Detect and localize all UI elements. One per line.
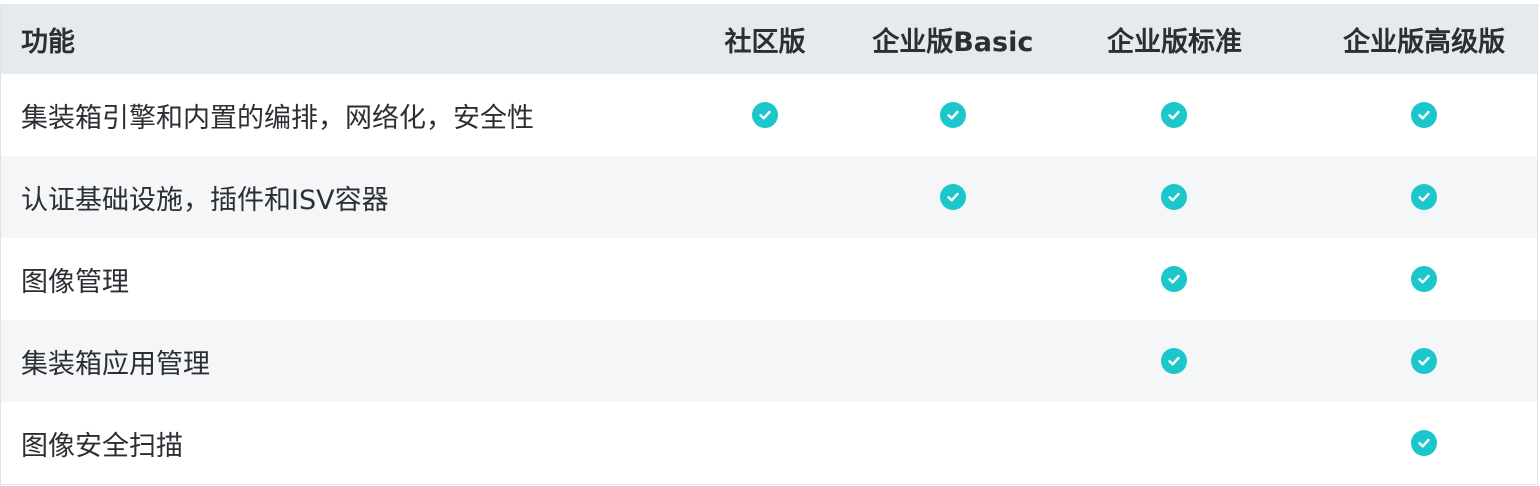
check-cell (662, 156, 868, 238)
check-circle-icon (752, 102, 779, 128)
table-header-row: 功能 社区版 企业版Basic 企业版标准 企业版高级版 (1, 4, 1537, 74)
check-cell (1311, 402, 1537, 484)
header-feature: 功能 (21, 26, 75, 58)
table-row: 图像管理 (1, 238, 1537, 320)
check-circle-icon (939, 102, 966, 128)
table-row: 图像安全扫描 (1, 402, 1537, 484)
header-enterprise-advanced: 企业版高级版 (1343, 26, 1506, 58)
check-cell (1038, 238, 1312, 320)
table-row: 认证基础设施，插件和ISV容器 (1, 156, 1537, 238)
check-cell (1311, 320, 1537, 402)
check-cell (1311, 238, 1537, 320)
check-cell (1038, 320, 1312, 402)
check-cell (1038, 74, 1312, 156)
check-cell (1038, 402, 1312, 484)
check-circle-icon (1411, 348, 1438, 374)
check-cell (868, 320, 1038, 402)
check-circle-icon (1161, 102, 1188, 128)
check-circle-icon (1411, 184, 1438, 210)
check-cell (868, 156, 1038, 238)
check-circle-icon (1411, 102, 1438, 128)
feature-label: 图像安全扫描 (21, 430, 183, 462)
check-cell (1311, 74, 1537, 156)
check-circle-icon (1161, 348, 1188, 374)
feature-label: 认证基础设施，插件和ISV容器 (21, 184, 389, 216)
table-row: 集装箱应用管理 (1, 320, 1537, 402)
check-circle-icon (939, 184, 966, 210)
header-community-edition: 社区版 (724, 26, 806, 58)
header-enterprise-standard: 企业版标准 (1106, 26, 1242, 58)
check-cell (662, 402, 868, 484)
check-cell (868, 402, 1038, 484)
feature-label: 图像管理 (21, 266, 129, 298)
edition-comparison-table: 功能 社区版 企业版Basic 企业版标准 企业版高级版 集装箱引擎和内置的编排… (0, 4, 1538, 485)
feature-label: 集装箱应用管理 (21, 348, 210, 380)
check-cell (662, 320, 868, 402)
check-cell (1311, 156, 1537, 238)
check-circle-icon (1161, 266, 1188, 292)
check-circle-icon (1411, 430, 1438, 456)
table-row: 集装箱引擎和内置的编排，网络化，安全性 (1, 74, 1537, 156)
check-circle-icon (1411, 266, 1438, 292)
check-cell (662, 238, 868, 320)
check-circle-icon (1161, 184, 1188, 210)
check-cell (1038, 156, 1312, 238)
check-cell (868, 238, 1038, 320)
header-enterprise-basic: 企业版Basic (872, 26, 1034, 58)
feature-label: 集装箱引擎和内置的编排，网络化，安全性 (21, 102, 534, 134)
check-cell (662, 74, 868, 156)
check-cell (868, 74, 1038, 156)
